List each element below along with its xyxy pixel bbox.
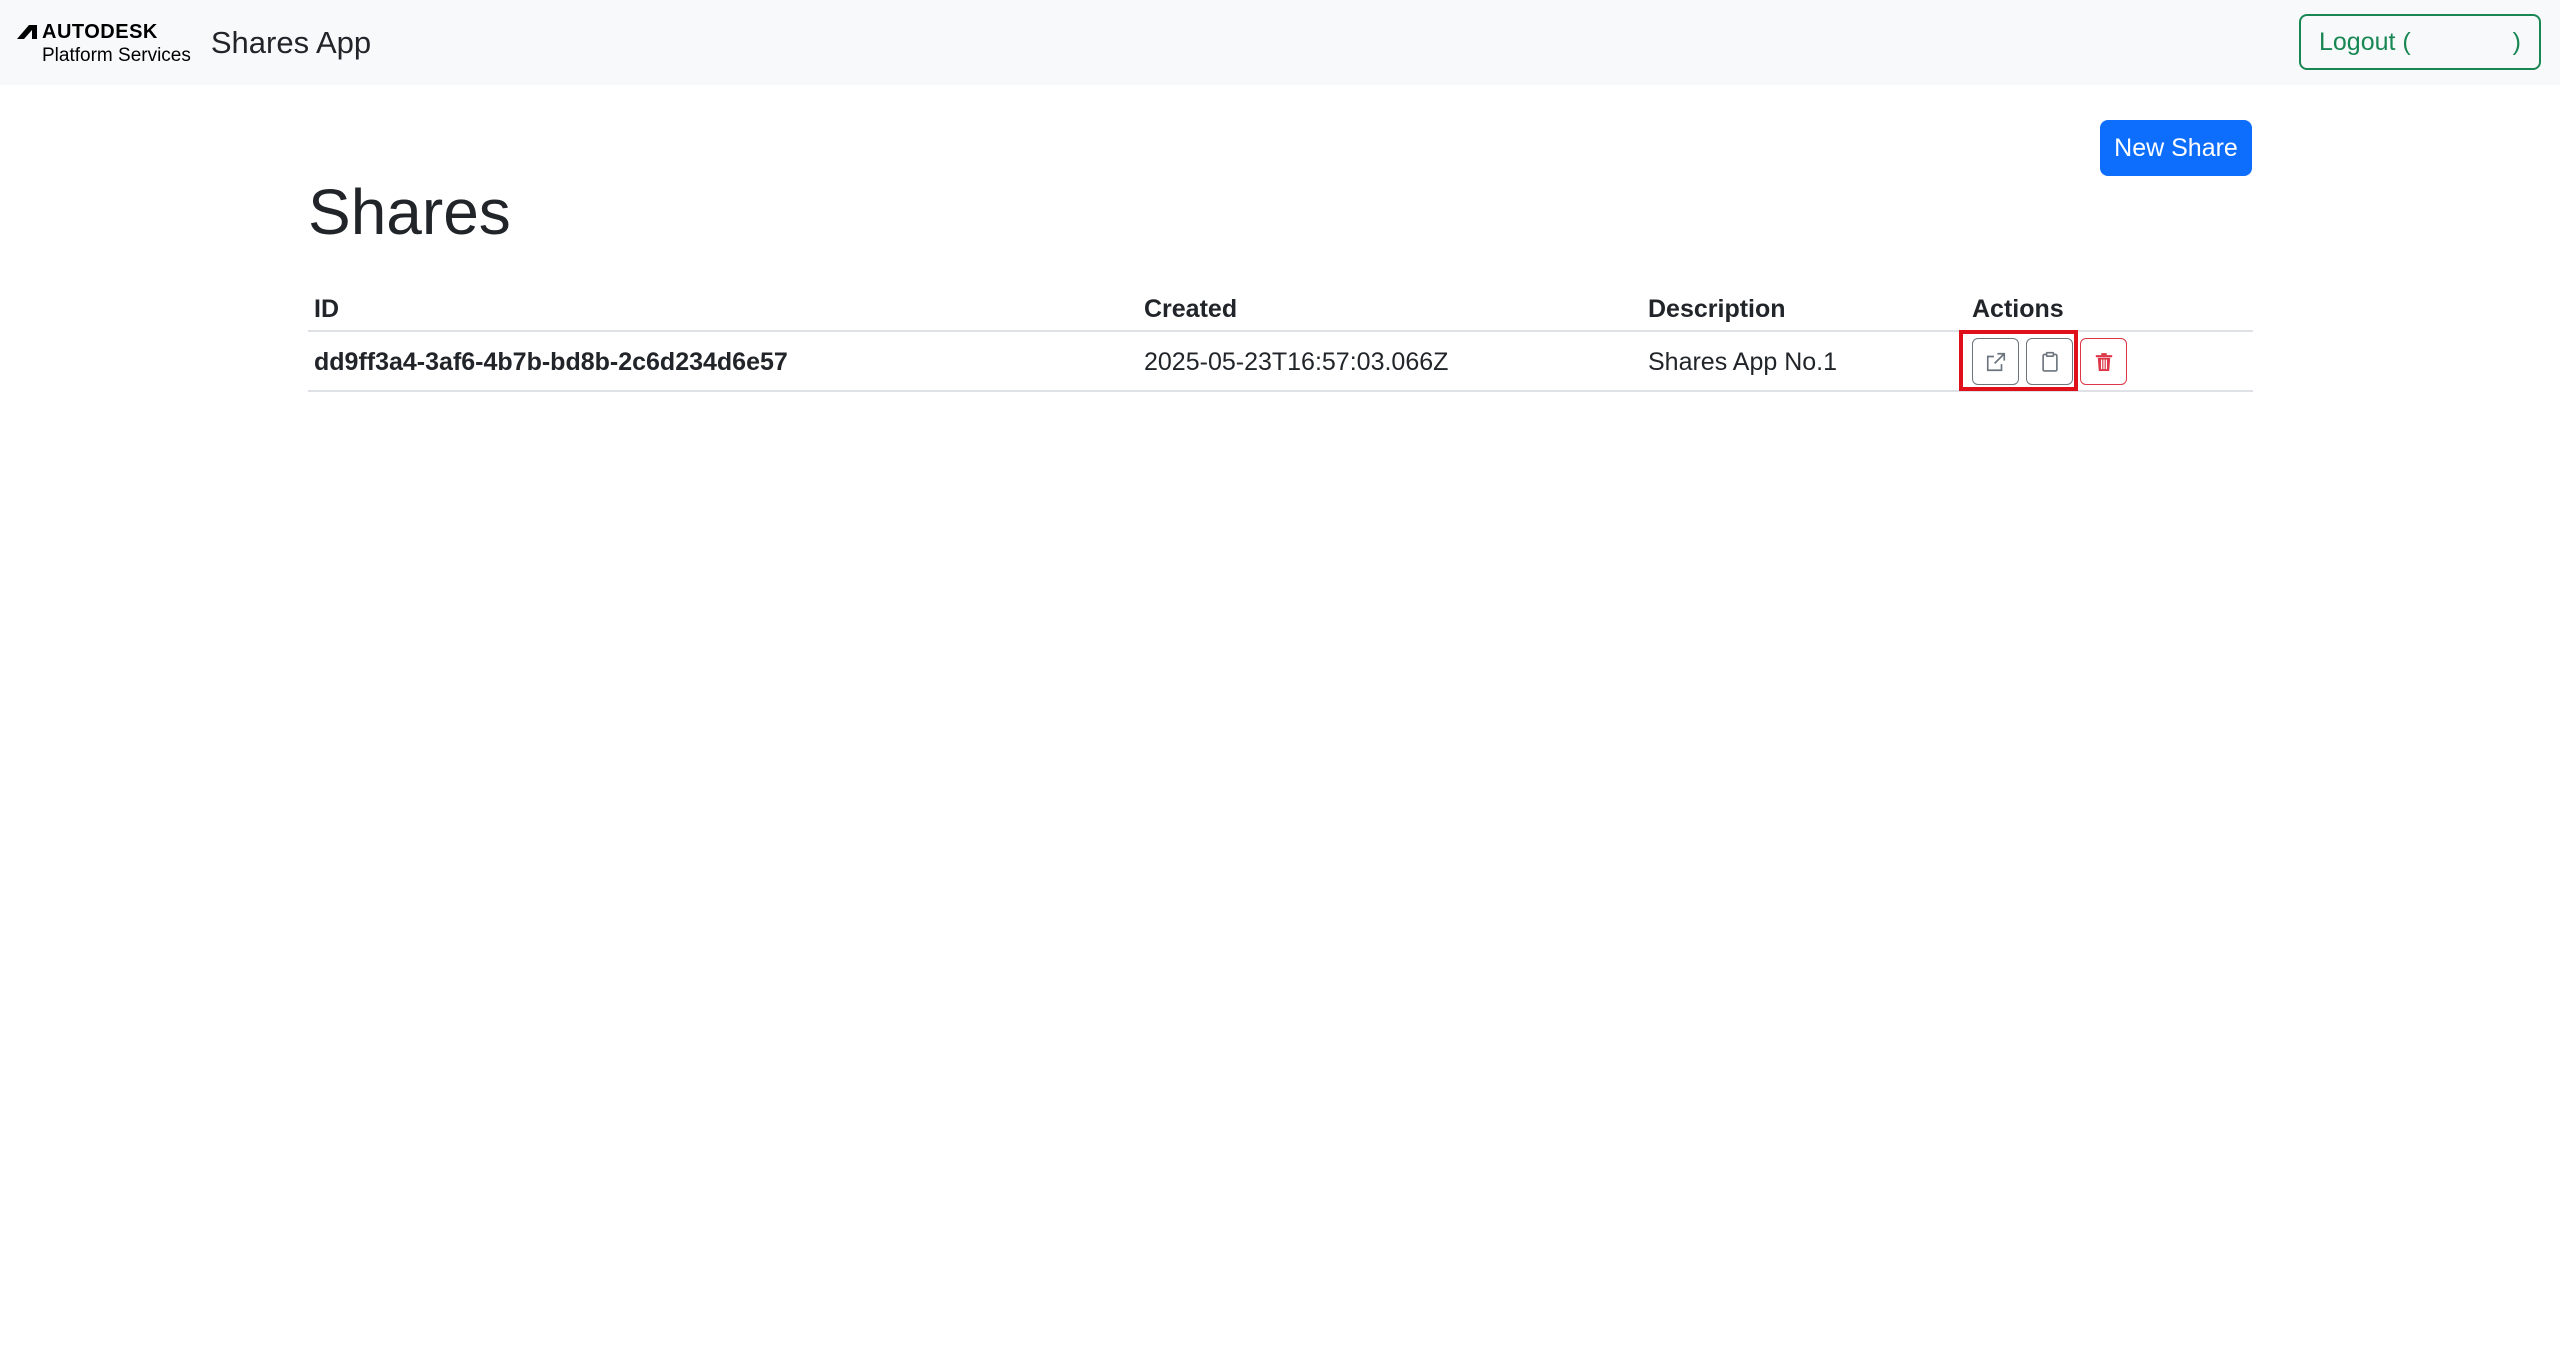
share-id: dd9ff3a4-3af6-4b7b-bd8b-2c6d234d6e57	[314, 348, 788, 376]
header-actions: Actions	[1972, 295, 2064, 323]
logout-button[interactable]: Logout ( )	[2299, 14, 2541, 70]
logout-label: Logout (	[2319, 27, 2411, 56]
trash-icon	[2095, 352, 2112, 371]
share-created: 2025-05-23T16:57:03.066Z	[1144, 348, 1449, 376]
navbar: AUTODESK Platform Services Shares App Lo…	[0, 0, 2560, 85]
delete-share-button[interactable]	[2080, 338, 2127, 385]
brand[interactable]: AUTODESK Platform Services Shares App	[16, 18, 371, 68]
logout-close: )	[2512, 27, 2521, 56]
autodesk-logo: AUTODESK Platform Services	[16, 22, 191, 65]
table-header: ID Created Description Actions	[308, 285, 2253, 332]
page-title: Shares	[308, 176, 511, 248]
header-description: Description	[1648, 295, 1786, 323]
new-share-button[interactable]: New Share	[2100, 120, 2252, 176]
header-id: ID	[314, 295, 339, 323]
share-description: Shares App No.1	[1648, 348, 1838, 376]
app-name[interactable]: Shares App	[211, 25, 371, 61]
highlight-box	[1959, 330, 2078, 391]
logo-subtitle: Platform Services	[42, 44, 191, 66]
header-created: Created	[1144, 295, 1238, 323]
autodesk-logo-mark-icon	[17, 24, 37, 39]
logo-wordmark: AUTODESK	[42, 20, 158, 43]
